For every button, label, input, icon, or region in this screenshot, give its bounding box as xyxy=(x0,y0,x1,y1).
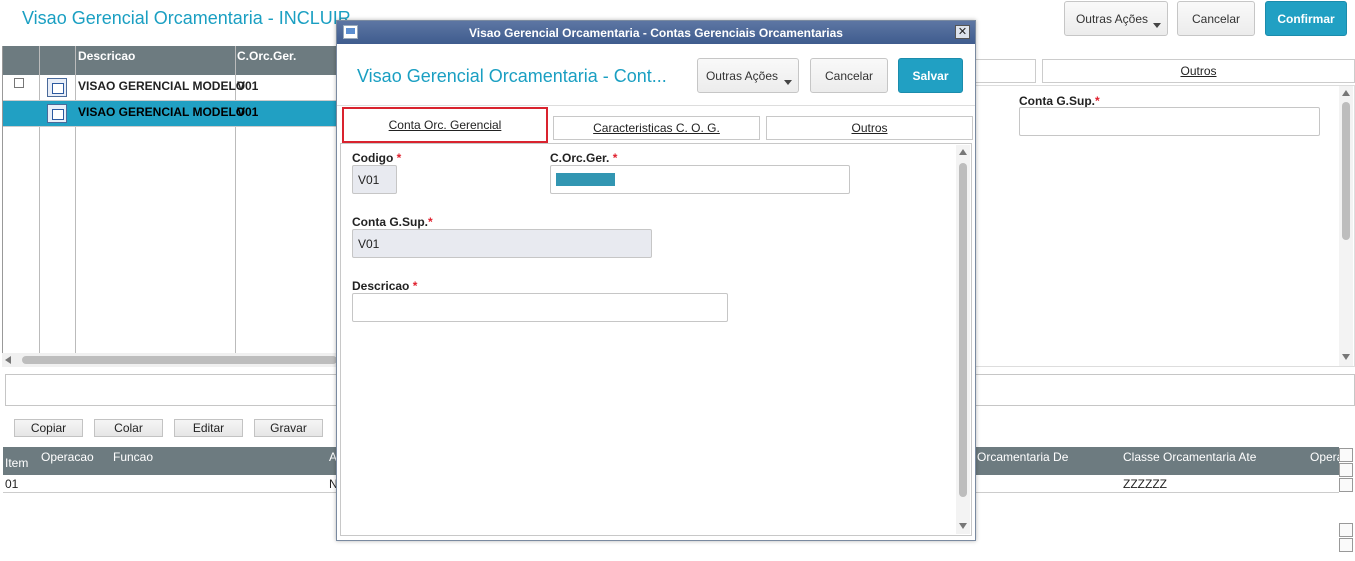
copy-button[interactable]: Copiar xyxy=(14,419,83,437)
tab-caracteristicas[interactable]: Caracteristicas C. O. G. xyxy=(553,116,760,140)
dialog-header: Visao Gerencial Orcamentaria - Cont... O… xyxy=(337,44,975,106)
dialog-window-title: Visao Gerencial Orcamentaria - Contas Ge… xyxy=(469,25,843,40)
cell-corcger: V01 xyxy=(237,79,259,93)
vertical-scrollbar[interactable] xyxy=(956,145,970,534)
scroll-up-icon[interactable] xyxy=(1342,90,1350,96)
tab-conta-orc-gerencial[interactable]: Conta Orc. Gerencial xyxy=(342,107,548,143)
page-up-icon[interactable] xyxy=(1339,463,1353,477)
other-actions-button[interactable]: Outras Ações xyxy=(697,58,799,93)
conta-gsup-field[interactable]: V01 xyxy=(352,229,652,258)
contas-gerenciais-dialog: Visao Gerencial Orcamentaria - Contas Ge… xyxy=(336,20,976,541)
cancel-button[interactable]: Cancelar xyxy=(810,58,888,93)
row-down-icon[interactable] xyxy=(1339,523,1353,537)
column-header-operacao[interactable]: Operacao xyxy=(41,450,94,464)
column-header-funcao[interactable]: Funcao xyxy=(113,450,153,464)
cell-classe-ate: ZZZZZZ xyxy=(1123,477,1167,491)
column-header-orc-de[interactable]: Orcamentaria De xyxy=(977,450,1068,464)
vertical-scrollbar[interactable] xyxy=(1339,86,1353,366)
paste-button[interactable]: Colar xyxy=(94,419,163,437)
tab-outros-bg-left[interactable] xyxy=(975,59,1036,83)
scroll-down-icon[interactable] xyxy=(1342,354,1350,360)
items-grid-header-right: Orcamentaria De Classe Orcamentaria Ate … xyxy=(975,447,1343,475)
close-icon[interactable]: ✕ xyxy=(955,25,970,39)
chevron-down-icon xyxy=(784,80,792,85)
cell-corcger: V01 xyxy=(237,105,259,119)
scroll-thumb[interactable] xyxy=(1342,102,1350,240)
field-label-codigo: Codigo * xyxy=(352,151,402,165)
save-button[interactable]: Salvar xyxy=(898,58,963,93)
page-title: Visao Gerencial Orcamentaria - INCLUIR xyxy=(22,8,351,28)
column-header-item[interactable]: Item xyxy=(5,456,28,470)
window-app-icon xyxy=(343,25,358,39)
field-label-corcger: C.Orc.Ger. * xyxy=(550,151,618,165)
tab-outros-bg[interactable]: Outros xyxy=(1042,59,1355,83)
scroll-thumb[interactable] xyxy=(959,163,967,497)
table-row[interactable]: 01 N xyxy=(3,475,338,493)
dialog-titlebar[interactable]: Visao Gerencial Orcamentaria - Contas Ge… xyxy=(337,21,975,44)
corcger-field[interactable] xyxy=(550,165,850,194)
page-down-icon[interactable] xyxy=(1339,538,1353,552)
scroll-thumb[interactable] xyxy=(22,356,337,364)
column-header-descricao[interactable]: Descricao xyxy=(78,49,135,63)
other-actions-label: Outras Ações xyxy=(1075,11,1149,26)
table-row-right[interactable]: ZZZZZZ xyxy=(975,475,1339,493)
edit-row-icon[interactable] xyxy=(47,78,67,97)
items-grid-header: Item Operacao Funcao A xyxy=(3,447,337,475)
field-label-conta-gsup: Conta G.Sup.* xyxy=(1019,94,1100,108)
expand-icon[interactable] xyxy=(14,78,24,88)
row-up-icon[interactable] xyxy=(1339,478,1353,492)
save-button[interactable]: Gravar xyxy=(254,419,323,437)
table-row-selected[interactable]: VISAO GERENCIAL MODELO V01 xyxy=(3,101,337,127)
horizontal-scrollbar[interactable] xyxy=(2,353,337,367)
cell-descricao: VISAO GERENCIAL MODELO xyxy=(78,105,246,119)
edit-button[interactable]: Editar xyxy=(174,419,243,437)
cell-descricao: VISAO GERENCIAL MODELO xyxy=(78,79,246,93)
other-actions-button[interactable]: Outras Ações xyxy=(1064,1,1168,36)
scroll-left-icon[interactable] xyxy=(5,356,11,364)
cell-item: 01 xyxy=(5,477,19,491)
tab-panel-conta-orc: Codigo * V01 C.Orc.Ger. * Conta G.Sup.* … xyxy=(340,143,972,536)
conta-gsup-field[interactable] xyxy=(1019,107,1320,136)
column-header-classe-ate[interactable]: Classe Orcamentaria Ate xyxy=(1123,450,1256,464)
other-actions-label: Outras Ações xyxy=(705,68,779,83)
grid-header: Descricao C.Orc.Ger. xyxy=(3,46,337,75)
column-header-corcger[interactable]: C.Orc.Ger. xyxy=(237,49,296,63)
descricao-field[interactable] xyxy=(352,293,728,322)
field-label-conta-gsup: Conta G.Sup.* xyxy=(352,215,433,229)
first-page-icon[interactable] xyxy=(1339,448,1353,462)
table-row[interactable]: VISAO GERENCIAL MODELO V01 xyxy=(3,75,337,101)
scroll-down-icon[interactable] xyxy=(959,523,967,529)
text-selection xyxy=(556,173,615,186)
codigo-field[interactable]: V01 xyxy=(352,165,397,194)
cancel-button[interactable]: Cancelar xyxy=(1177,1,1255,36)
field-label-descricao: Descricao * xyxy=(352,279,418,293)
chevron-down-icon xyxy=(1153,23,1161,28)
right-panel: Conta G.Sup.* xyxy=(975,85,1355,367)
dialog-title: Visao Gerencial Orcamentaria - Cont... xyxy=(357,66,667,86)
scroll-up-icon[interactable] xyxy=(959,149,967,155)
main-grid: Descricao C.Orc.Ger. VISAO GERENCIAL MOD… xyxy=(2,46,337,366)
tab-outros[interactable]: Outros xyxy=(766,116,973,140)
confirm-button[interactable]: Confirmar xyxy=(1265,1,1347,36)
edit-row-icon[interactable] xyxy=(47,104,67,123)
